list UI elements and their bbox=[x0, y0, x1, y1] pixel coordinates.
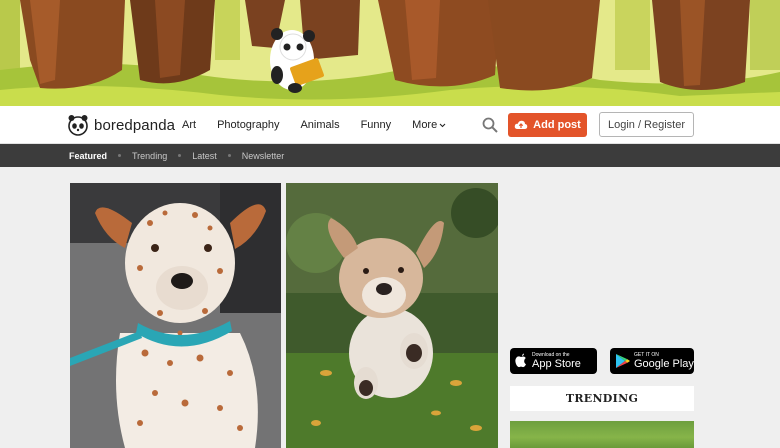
google-play-icon bbox=[616, 354, 630, 368]
header-banner bbox=[0, 0, 780, 106]
login-register-button[interactable]: Login / Register bbox=[599, 112, 694, 137]
main-nav: Art Photography Animals Funny More bbox=[182, 106, 467, 144]
trending-heading: TRENDING bbox=[510, 386, 694, 411]
sub-nav: Featured Trending Latest Newsletter bbox=[0, 144, 780, 167]
add-post-button[interactable]: Add post bbox=[508, 113, 587, 137]
subnav-item-newsletter[interactable]: Newsletter bbox=[242, 151, 285, 161]
search-icon[interactable] bbox=[482, 117, 498, 133]
nav-item-funny[interactable]: Funny bbox=[361, 119, 392, 131]
app-store-big-label: App Store bbox=[532, 358, 581, 370]
separator-dot bbox=[118, 154, 122, 157]
nav-more-menu[interactable]: More bbox=[412, 119, 446, 131]
site-header: boredpanda Art Photography Animals Funny… bbox=[0, 106, 780, 144]
add-post-label: Add post bbox=[533, 119, 581, 131]
google-play-button[interactable]: GET IT ON Google Play bbox=[610, 348, 694, 374]
post-image-running-puppy[interactable] bbox=[286, 183, 498, 448]
cloud-upload-icon bbox=[514, 120, 528, 129]
nav-more-label: More bbox=[412, 119, 438, 131]
subnav-item-featured[interactable]: Featured bbox=[69, 151, 107, 161]
separator-dot bbox=[227, 154, 231, 157]
trending-post-thumbnail[interactable] bbox=[510, 421, 694, 448]
nav-item-art[interactable]: Art bbox=[182, 119, 196, 131]
subnav-item-trending[interactable]: Trending bbox=[132, 151, 167, 161]
brand-name: boredpanda bbox=[94, 116, 176, 134]
subnav-item-latest[interactable]: Latest bbox=[192, 151, 217, 161]
google-play-big-label: Google Play bbox=[634, 358, 694, 370]
app-store-text: Download on the App Store bbox=[532, 352, 581, 370]
app-store-button[interactable]: Download on the App Store bbox=[510, 348, 597, 374]
separator-dot bbox=[178, 154, 182, 157]
google-play-text: GET IT ON Google Play bbox=[634, 352, 694, 370]
panda-logo-icon bbox=[68, 115, 88, 136]
apple-icon bbox=[515, 353, 526, 368]
nav-item-photography[interactable]: Photography bbox=[217, 119, 279, 131]
post-image-spotted-dog[interactable] bbox=[70, 183, 281, 448]
nav-item-animals[interactable]: Animals bbox=[300, 119, 339, 131]
site-logo[interactable]: boredpanda bbox=[68, 113, 175, 137]
chevron-down-icon bbox=[439, 123, 446, 127]
